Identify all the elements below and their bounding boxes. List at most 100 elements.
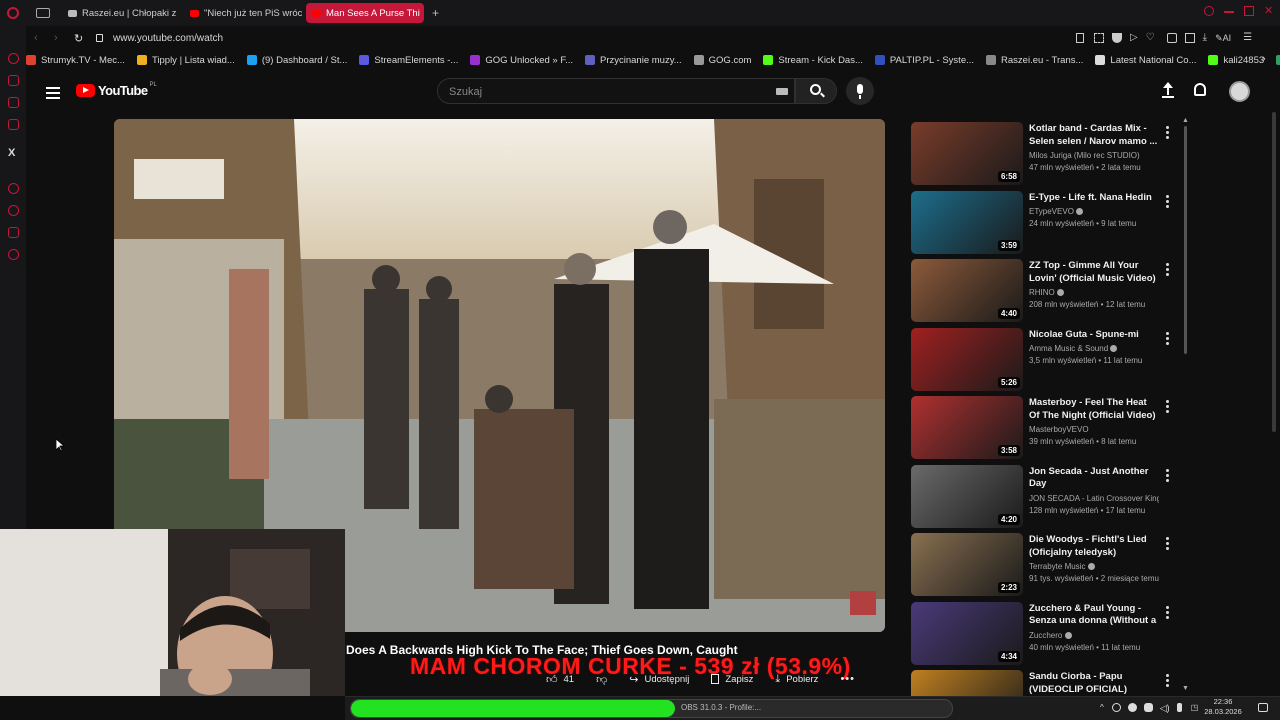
related-video-title[interactable]: Masterboy - Feel The Heat Of The Night (… xyxy=(1029,397,1159,422)
download-icon[interactable]: ⤓ xyxy=(1203,33,1207,43)
obs-taskbar-label[interactable]: OBS 31.0.3 - Profile:... xyxy=(681,703,761,712)
bookmark-item[interactable]: StreamElements -... xyxy=(359,55,458,66)
bookmark-item[interactable]: Strumyk.TV - Mec... xyxy=(26,55,125,66)
bookmark-item[interactable]: Stream - Kick Das... xyxy=(763,55,863,66)
maximize-icon[interactable] xyxy=(1244,6,1254,16)
channel-name[interactable]: Zucchero xyxy=(1029,631,1159,640)
tray-app-icon[interactable] xyxy=(1111,703,1121,712)
related-video-card[interactable]: 3:58 Masterboy - Feel The Heat Of The Nig… xyxy=(911,396,1176,460)
related-video-title[interactable]: Kotlar band - Cardas Mix - Selen selen /… xyxy=(1029,123,1159,148)
sidebar-scroll-down-icon[interactable]: ▼ xyxy=(1182,685,1189,692)
tray-discord-icon[interactable] xyxy=(1143,703,1153,712)
related-video-card[interactable]: 5:26 Nicolae Guta - Spune-mi Amma Music & … xyxy=(911,327,1176,392)
related-video-title[interactable]: Die Woodys - Fichtl's Lied (Oficjalny te… xyxy=(1029,534,1159,559)
notification-center-icon[interactable] xyxy=(1258,703,1268,712)
related-video-title[interactable]: ZZ Top - Gimme All Your Lovin' (Official… xyxy=(1029,260,1159,285)
page-scrollbar[interactable] xyxy=(1272,112,1276,432)
bag-icon[interactable] xyxy=(8,75,19,86)
url-field[interactable]: www.youtube.com/watch xyxy=(113,33,223,44)
player-icon[interactable] xyxy=(8,183,19,194)
video-options-icon[interactable] xyxy=(1166,605,1169,621)
volume-icon[interactable]: ◁) xyxy=(1160,703,1170,714)
download-button[interactable]: ⤓ Pobierz xyxy=(775,673,818,686)
wallet-icon[interactable] xyxy=(1184,33,1195,43)
bookmark-item[interactable]: FrontWars xyxy=(1276,55,1280,66)
save-button[interactable]: Zapisz xyxy=(711,674,753,685)
channel-name[interactable]: MasterboyVEVO xyxy=(1029,425,1159,434)
video-thumbnail[interactable]: 2:23 xyxy=(911,533,1023,596)
x-twitter-icon[interactable]: X xyxy=(8,147,15,159)
video-options-icon[interactable] xyxy=(1166,194,1169,210)
channel-name[interactable]: Milos Juriga (Milo rec STUDIO) xyxy=(1029,151,1159,160)
menu-icon[interactable] xyxy=(46,84,60,102)
forward-icon[interactable]: › xyxy=(54,32,74,44)
related-video-title[interactable]: Jon Secada - Just Another Day xyxy=(1029,466,1159,491)
bookmark-item[interactable]: GOG Unlocked » F... xyxy=(470,55,573,66)
notifications-bell-icon[interactable] xyxy=(1194,83,1206,96)
keyboard-icon[interactable] xyxy=(776,88,788,95)
upload-icon[interactable] xyxy=(1162,82,1174,98)
video-thumbnail[interactable]: 3:59 xyxy=(911,190,1023,254)
video-options-icon[interactable] xyxy=(1166,400,1169,415)
channel-name[interactable]: JON SECADA - Latin Crossover King LC... xyxy=(1029,494,1159,503)
related-video-title[interactable]: Zucchero & Paul Young - Senza una donna … xyxy=(1029,603,1159,628)
sidebar-scroll-up-icon[interactable]: ▲ xyxy=(1182,117,1189,124)
new-tab-button[interactable]: + xyxy=(432,6,439,20)
bookmark-item[interactable]: GOG.com xyxy=(693,55,751,66)
video-thumbnail[interactable]: 4:20 xyxy=(911,464,1023,528)
channel-name[interactable]: Amma Music & Sound xyxy=(1029,344,1159,353)
search-input[interactable]: Szukaj xyxy=(437,78,795,104)
related-video-card[interactable]: 3:59 E-Type - Life ft. Nana Hedin ETypeVEV… xyxy=(911,190,1176,255)
reload-icon[interactable]: ↻ xyxy=(74,32,94,45)
browser-tab[interactable]: "Niech już ten PiS wróci" xyxy=(184,3,302,23)
clock-icon[interactable] xyxy=(8,205,19,216)
extensions-icon[interactable] xyxy=(1166,33,1177,43)
bookmark-item[interactable]: (9) Dashboard / St... xyxy=(246,55,347,66)
tray-steam-icon[interactable] xyxy=(1127,703,1137,712)
minimize-icon[interactable] xyxy=(1224,11,1234,13)
back-icon[interactable]: ‹ xyxy=(34,32,54,44)
video-options-icon[interactable] xyxy=(1166,537,1169,552)
video-thumbnail[interactable]: 4:34 xyxy=(911,601,1023,665)
voice-search-button[interactable] xyxy=(846,77,874,105)
search-tabs-icon[interactable] xyxy=(1204,6,1214,16)
tray-overflow-icon[interactable]: ^ xyxy=(1100,703,1104,714)
video-options-icon[interactable] xyxy=(1166,126,1169,141)
related-video-title[interactable]: Nicolae Guta - Spune-mi xyxy=(1029,329,1159,342)
related-video-card[interactable]: 6:58 Kotlar band - Cardas Mix - Selen sel… xyxy=(911,122,1176,186)
bookmark-item[interactable]: Raszei.eu - Trans... xyxy=(986,55,1083,66)
channel-name[interactable]: RHINO xyxy=(1029,288,1159,297)
taskbar-clock[interactable]: 22:36 28.03.2026 xyxy=(1200,697,1246,717)
video-thumbnail[interactable]: 3:58 xyxy=(911,396,1023,459)
search-button[interactable] xyxy=(795,78,837,104)
browser-logo-icon[interactable] xyxy=(0,0,26,26)
related-video-title[interactable]: Sandu Ciorba - Papu (VIDEOCLIP OFICIAL) xyxy=(1029,671,1159,696)
related-video-card[interactable]: 4:40 ZZ Top - Gimme All Your Lovin' (Offi… xyxy=(911,259,1176,323)
browser-tab[interactable]: Man Sees A Purse Thi xyxy=(306,3,424,23)
channel-name[interactable]: ETypeVEVO xyxy=(1029,207,1159,216)
news-icon[interactable] xyxy=(8,119,19,130)
language-icon[interactable]: ◳ xyxy=(1191,703,1199,714)
chat-icon[interactable] xyxy=(8,227,19,238)
snapshot-icon[interactable] xyxy=(1094,33,1104,43)
video-thumbnail[interactable]: 5:26 xyxy=(911,327,1023,391)
related-video-card[interactable]: 4:34 Zucchero & Paul Young - Senza una do… xyxy=(911,601,1176,666)
settings-icon[interactable] xyxy=(8,249,19,260)
bookmark-icon[interactable] xyxy=(1076,33,1084,43)
tab-overview-icon[interactable] xyxy=(36,8,50,18)
youtube-logo[interactable]: YouTube PL xyxy=(76,82,157,98)
channel-name[interactable]: Terrabyte Music xyxy=(1029,562,1159,571)
close-window-icon[interactable]: ✕ xyxy=(1264,6,1274,17)
sidebar-scrollbar[interactable] xyxy=(1184,126,1187,354)
browser-tab[interactable]: Raszei.eu | Chłopaki z xyxy=(62,3,180,23)
related-video-card[interactable]: 2:23 Die Woodys - Fichtl's Lied (Oficjaln… xyxy=(911,533,1176,597)
easy-setup-icon[interactable]: ☰ xyxy=(1243,33,1252,43)
related-video-card[interactable]: 4:20 Jon Secada - Just Another Day JON SEC… xyxy=(911,464,1176,529)
video-options-icon[interactable] xyxy=(1166,263,1169,278)
bookmark-item[interactable]: Przycinanie muzy... xyxy=(585,55,682,66)
send-icon[interactable]: ▷ xyxy=(1130,33,1138,43)
avatar[interactable] xyxy=(1229,81,1250,102)
dislike-button[interactable]: 👎︎ xyxy=(596,673,607,686)
history-icon[interactable] xyxy=(8,53,19,64)
favorite-heart-icon[interactable]: ♡ xyxy=(1146,33,1155,43)
